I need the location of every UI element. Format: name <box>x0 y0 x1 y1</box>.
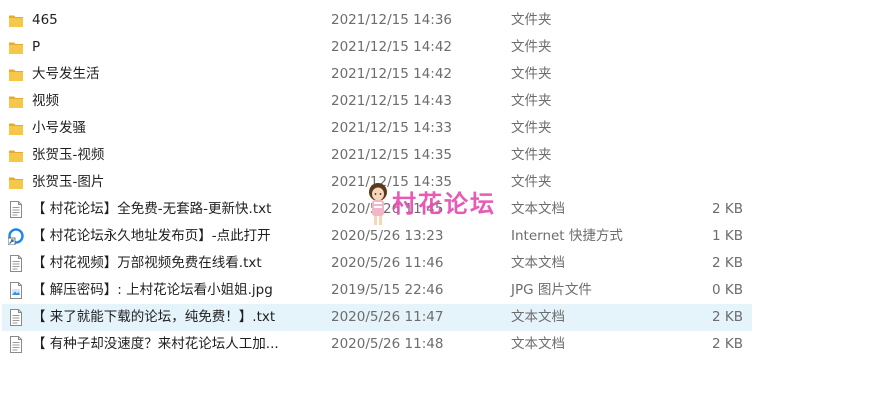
file-type: 文本文档 <box>511 309 565 325</box>
text-file-icon <box>8 309 24 326</box>
folder-icon <box>8 39 24 56</box>
folder-icon <box>8 147 24 164</box>
file-size: 0 KB <box>712 282 743 298</box>
file-type: 文件夹 <box>511 120 552 136</box>
file-date-modified: 2021/12/15 14:42 <box>331 39 453 55</box>
file-type: 文件夹 <box>511 66 552 82</box>
file-name: 【 来了就能下载的论坛，纯免费！】.txt <box>32 309 276 325</box>
file-name: 【 村花视频】万部视频免费在线看.txt <box>32 255 262 271</box>
watermark-text: 村花论坛 <box>392 190 496 218</box>
file-name: 【 解压密码】: 上村花论坛看小姐姐.jpg <box>32 282 273 298</box>
text-file-icon <box>8 336 24 353</box>
file-row[interactable]: 【 村花视频】万部视频免费在线看.txt 2020/5/26 11:46 文本文档 2… <box>0 250 875 277</box>
folder-icon <box>8 174 24 191</box>
file-size: 1 KB <box>712 228 743 244</box>
file-name: 张贺玉-视频 <box>32 147 105 163</box>
file-row[interactable]: 大号发生活 2021/12/15 14:42 文件夹 <box>0 61 875 88</box>
file-size: 2 KB <box>712 309 743 325</box>
file-type: 文本文档 <box>511 336 565 352</box>
file-row[interactable]: 【 有种子却没速度？来村花论坛人工加... 2020/5/26 11:48 文本文档… <box>0 331 875 358</box>
file-date-modified: 2020/5/26 11:46 <box>331 255 444 271</box>
folder-icon <box>8 120 24 137</box>
text-file-icon <box>8 255 24 272</box>
file-row[interactable]: 小号发骚 2021/12/15 14:33 文件夹 <box>0 115 875 142</box>
file-type: 文件夹 <box>511 39 552 55</box>
file-name: 大号发生活 <box>32 66 100 82</box>
file-name: 小号发骚 <box>32 120 86 136</box>
file-date-modified: 2021/12/15 14:42 <box>331 66 453 82</box>
file-row[interactable]: 【 解压密码】: 上村花论坛看小姐姐.jpg 2019/5/15 22:46 JPG… <box>0 277 875 304</box>
file-date-modified: 2021/12/15 14:33 <box>331 120 453 136</box>
file-size: 2 KB <box>712 336 743 352</box>
file-date-modified: 2021/12/15 14:43 <box>331 93 453 109</box>
file-name: 视频 <box>32 93 59 109</box>
file-type: Internet 快捷方式 <box>511 228 623 244</box>
image-file-icon <box>8 282 24 299</box>
file-row[interactable]: 视频 2021/12/15 14:43 文件夹 <box>0 88 875 115</box>
file-name: 【 村花论坛永久地址发布页】-点此打开 <box>32 228 271 244</box>
file-row[interactable]: 【 来了就能下载的论坛，纯免费！】.txt 2020/5/26 11:47 文本文档… <box>2 304 752 331</box>
file-type: 文件夹 <box>511 12 552 28</box>
file-date-modified: 2019/5/15 22:46 <box>331 282 444 298</box>
file-name: 张贺玉-图片 <box>32 174 105 190</box>
file-date-modified: 2020/5/26 11:47 <box>331 309 444 325</box>
file-size: 2 KB <box>712 201 743 217</box>
file-name: P <box>32 39 41 55</box>
file-row[interactable]: P 2021/12/15 14:42 文件夹 <box>0 34 875 61</box>
file-type: 文本文档 <box>511 255 565 271</box>
file-name: 【 村花论坛】全免费-无套路-更新快.txt <box>32 201 272 217</box>
text-file-icon <box>8 201 24 218</box>
folder-icon <box>8 93 24 110</box>
folder-icon <box>8 12 24 29</box>
file-size: 2 KB <box>712 255 743 271</box>
file-type: JPG 图片文件 <box>511 282 592 298</box>
file-date-modified: 2021/12/15 14:35 <box>331 147 453 163</box>
file-row[interactable]: 465 2021/12/15 14:36 文件夹 <box>0 7 875 34</box>
file-type: 文件夹 <box>511 93 552 109</box>
file-name: 465 <box>32 12 58 28</box>
file-row[interactable]: 张贺玉-视频 2021/12/15 14:35 文件夹 <box>0 142 875 169</box>
watermark-girl-icon <box>369 183 387 225</box>
watermark: 村花论坛 <box>365 182 525 230</box>
file-type: 文件夹 <box>511 147 552 163</box>
folder-icon <box>8 66 24 83</box>
file-name: 【 有种子却没速度？来村花论坛人工加... <box>32 336 279 352</box>
internet-shortcut-icon <box>7 228 24 246</box>
file-date-modified: 2021/12/15 14:36 <box>331 12 453 28</box>
file-date-modified: 2020/5/26 11:48 <box>331 336 444 352</box>
